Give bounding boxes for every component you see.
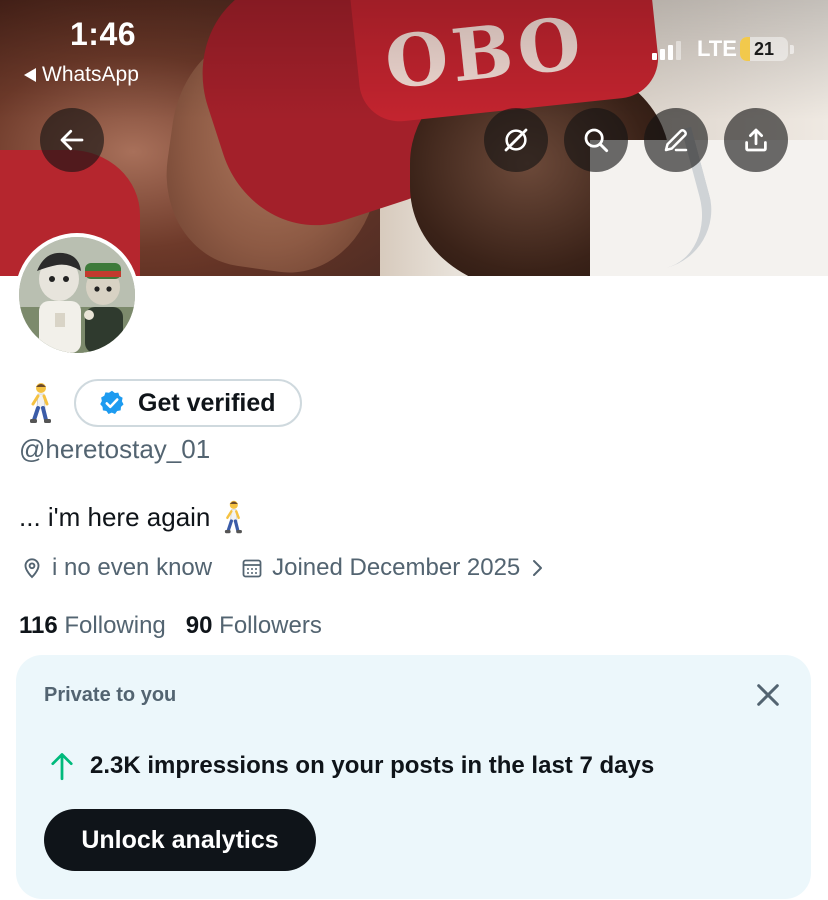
location-text: i no even know: [52, 554, 213, 581]
joined-item[interactable]: Joined December 2025: [240, 554, 546, 582]
arrow-left-icon: [60, 129, 84, 151]
avatar-image: [19, 237, 135, 353]
private-analytics-card: Private to you 2.3K impressions on your …: [16, 655, 811, 899]
get-verified-label: Get verified: [138, 388, 276, 417]
battery-icon: 21: [740, 37, 788, 61]
search-button[interactable]: [564, 108, 628, 172]
person-walking-icon: [225, 500, 243, 534]
verified-badge-icon: [100, 390, 124, 414]
edit-button[interactable]: [644, 108, 708, 172]
search-icon: [584, 128, 609, 153]
profile-handle: @heretostay_01: [19, 434, 211, 464]
signal-strength-icon: [652, 40, 681, 60]
share-icon: [745, 128, 767, 152]
arrow-up-icon: [51, 753, 73, 781]
followers-count: 90: [185, 612, 213, 639]
impressions-row: 2.3K impressions on your posts in the la…: [48, 751, 654, 781]
name-row: Get verified: [24, 378, 302, 428]
grok-icon: [504, 128, 528, 152]
location-item: i no even know: [20, 554, 212, 582]
followers-link[interactable]: 90 Followers: [186, 612, 322, 640]
close-icon[interactable]: [752, 679, 784, 711]
bio-text: ... i'm here again: [19, 501, 211, 532]
back-triangle-icon: [24, 68, 36, 82]
private-card-title: Private to you: [44, 684, 177, 706]
impressions-text: 2.3K impressions on your posts in the la…: [90, 752, 655, 779]
avatar-illustration: [19, 237, 135, 353]
back-button[interactable]: [40, 108, 104, 172]
network-label: LTE: [697, 36, 737, 61]
status-bar: 1:46 WhatsApp LTE 21: [0, 0, 828, 100]
chevron-right-icon: [533, 560, 543, 576]
followers-label: Followers: [219, 612, 322, 639]
pencil-icon: [664, 129, 688, 152]
joined-text: Joined December 2025: [272, 554, 521, 581]
unlock-analytics-button[interactable]: Unlock analytics: [44, 809, 316, 871]
status-time: 1:46: [70, 16, 137, 52]
follow-stats: 116 Following 90 Followers: [19, 612, 322, 640]
get-verified-button[interactable]: Get verified: [74, 379, 302, 427]
back-app-label: WhatsApp: [42, 63, 139, 86]
grok-button[interactable]: [484, 108, 548, 172]
profile-meta: i no even know Joined December 2025: [20, 554, 546, 582]
battery-percent: 21: [753, 39, 775, 59]
person-walking-icon: [30, 383, 51, 423]
back-to-app-link[interactable]: WhatsApp: [24, 63, 139, 87]
profile-avatar[interactable]: [15, 233, 139, 357]
location-pin-icon: [24, 558, 40, 579]
share-button[interactable]: [724, 108, 788, 172]
profile-bio: ... i'm here again: [19, 500, 246, 534]
battery-tip: [790, 45, 794, 54]
following-label: Following: [64, 612, 166, 639]
following-link[interactable]: 116 Following: [19, 612, 166, 640]
following-count: 116: [19, 612, 58, 639]
calendar-icon: [242, 559, 262, 578]
